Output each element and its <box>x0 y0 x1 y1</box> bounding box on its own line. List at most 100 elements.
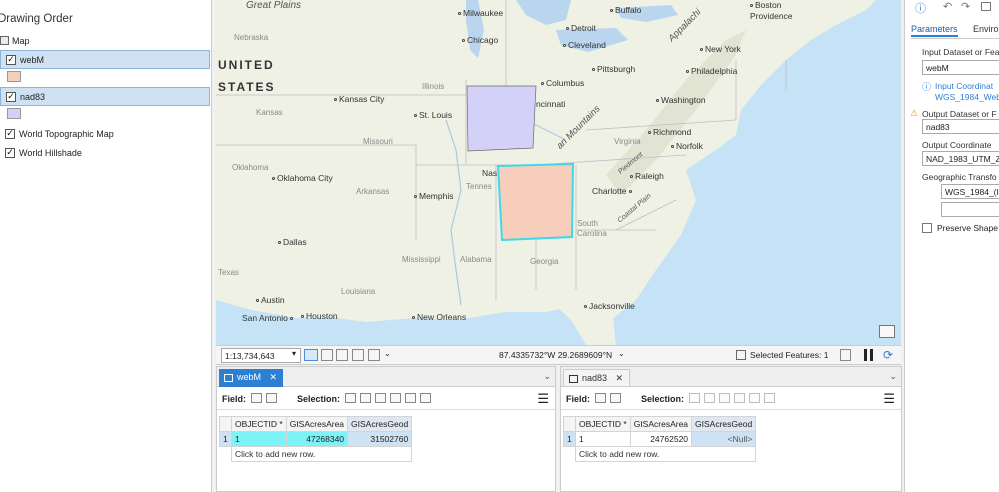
map-label-memphis: Memphis <box>414 191 453 201</box>
map-label-texas: Texas <box>218 268 239 277</box>
tab-nad83[interactable]: nad83 ✕ <box>563 369 631 387</box>
map-label-georgia: Georgia <box>530 257 559 266</box>
cell-gisacresarea[interactable]: 47268340 <box>285 431 349 447</box>
topographic-visibility-checkbox[interactable]: ✓ <box>5 128 15 139</box>
info-icon[interactable]: ⓘ <box>915 0 926 16</box>
tab-environments[interactable]: Enviro <box>973 24 999 34</box>
add-row-hint[interactable]: Click to add new row. <box>230 446 413 462</box>
geographic-transformation-empty-field[interactable] <box>941 202 999 217</box>
map-view[interactable]: Great Plains UNITED STATES Nebraska Kans… <box>216 0 901 345</box>
geographic-transformation-field[interactable]: WGS_1984_(IT <box>941 184 999 199</box>
cell-gisacresgeod[interactable]: 31502760 <box>347 431 413 447</box>
column-header-objectid[interactable]: OBJECTID * <box>231 416 287 432</box>
add-field-icon[interactable] <box>595 392 606 403</box>
column-header-gisacresgeod[interactable]: GISAcresGeod <box>347 416 413 432</box>
warning-icon: ⚠ <box>910 108 919 118</box>
map-label-providence: Providence <box>750 11 793 21</box>
nad83-symbol-swatch[interactable] <box>7 108 21 119</box>
selected-features-count[interactable]: Selected Features: 1 <box>750 350 828 360</box>
row-number[interactable]: 1 <box>563 431 576 447</box>
switch-selection-icon[interactable] <box>719 392 730 403</box>
table-options-menu-icon[interactable]: ☰ <box>537 391 549 407</box>
clear-selection-icon[interactable] <box>390 392 401 403</box>
scale-input[interactable]: 1:13,734,643 <box>221 348 301 363</box>
webm-visibility-checkbox[interactable]: ✓ <box>6 54 16 65</box>
scale-dropdown-icon[interactable]: ▾ <box>292 349 296 358</box>
nad83-visibility-checkbox[interactable]: ✓ <box>6 91 16 102</box>
webm-symbol-swatch[interactable] <box>7 71 21 82</box>
close-icon[interactable]: ✕ <box>616 373 624 383</box>
toc-item-world-hillshade[interactable]: ✓ World Hillshade <box>0 143 210 162</box>
column-header-objectid[interactable]: OBJECTID * <box>575 416 631 432</box>
field-tools <box>593 392 623 403</box>
undo-icon[interactable]: ↶ <box>943 0 952 13</box>
column-header-gisacresgeod[interactable]: GISAcresGeod <box>691 416 757 432</box>
delete-selection-icon[interactable] <box>749 392 760 403</box>
selection-label: Selection: <box>297 394 341 404</box>
tab-menu-chevron-icon[interactable]: ⌄ <box>543 371 551 382</box>
table-row[interactable]: 1 1 47268340 31502760 <box>219 431 413 447</box>
add-row[interactable]: Click to add new row. <box>564 446 757 462</box>
coordinates-dropdown-icon[interactable]: ⌄ <box>618 349 625 358</box>
toc-item-label: World Topographic Map <box>19 128 114 139</box>
zoom-to-selection-icon[interactable] <box>704 392 715 403</box>
cell-objectid[interactable]: 1 <box>575 431 631 447</box>
output-dataset-field[interactable]: nad83 <box>922 119 999 134</box>
add-field-icon[interactable] <box>251 392 262 403</box>
delete-selection-icon[interactable] <box>405 392 416 403</box>
tab-menu-chevron-icon[interactable]: ⌄ <box>889 371 897 382</box>
filter-icon[interactable] <box>840 349 851 361</box>
input-coordinate-info[interactable]: Input Coordinat <box>935 81 993 91</box>
map-label-houston: Houston <box>301 311 338 321</box>
map-label-chicago: Chicago <box>462 35 498 45</box>
selection-tools <box>343 392 433 403</box>
table-toggle-icon[interactable] <box>321 349 333 361</box>
basemap-gallery-icon[interactable] <box>879 325 895 338</box>
select-by-attributes-icon[interactable] <box>689 392 700 403</box>
input-dataset-field[interactable]: webM <box>922 60 999 75</box>
tab-webm[interactable]: webM ✕ <box>219 369 284 387</box>
toc-item-map[interactable]: Map <box>0 31 210 50</box>
copy-selection-icon[interactable] <box>764 392 775 403</box>
table-row[interactable]: 1 1 24762520 <Null> <box>563 431 757 447</box>
add-row-spacer <box>220 447 232 462</box>
constraints-icon[interactable] <box>352 349 364 361</box>
toc-item-world-topographic[interactable]: ✓ World Topographic Map <box>0 124 210 143</box>
redo-icon[interactable]: ↷ <box>961 0 970 13</box>
save-icon[interactable] <box>981 2 991 11</box>
tools-dropdown-icon[interactable]: ⌄ <box>384 349 391 358</box>
row-number[interactable]: 1 <box>219 431 232 447</box>
add-row-hint[interactable]: Click to add new row. <box>574 446 757 462</box>
calculate-field-icon[interactable] <box>610 392 621 403</box>
copy-selection-icon[interactable] <box>420 392 431 403</box>
select-by-attributes-icon[interactable] <box>345 392 356 403</box>
switch-selection-icon[interactable] <box>375 392 386 403</box>
tab-label: webM <box>237 372 262 382</box>
add-row[interactable]: Click to add new row. <box>220 446 413 462</box>
column-header-gisacresarea[interactable]: GISAcresArea <box>285 416 349 432</box>
tab-parameters[interactable]: Parameters <box>911 24 958 37</box>
close-icon[interactable]: ✕ <box>270 372 278 382</box>
map-label-virginia: Virginia <box>614 137 641 146</box>
map-label-columbus: Columbus <box>541 78 584 88</box>
table-options-menu-icon[interactable]: ☰ <box>883 391 895 407</box>
output-coordinate-field[interactable]: NAD_1983_UTM_Zo <box>922 151 999 166</box>
cell-gisacresarea[interactable]: 24762520 <box>629 431 693 447</box>
cell-gisacresgeod[interactable]: <Null> <box>691 431 757 447</box>
pause-icon[interactable] <box>864 349 867 361</box>
grid-toggle-icon[interactable] <box>304 349 318 361</box>
preserve-shape-label: Preserve Shape <box>937 223 998 233</box>
snapping-icon[interactable] <box>336 349 348 361</box>
clear-selection-icon[interactable] <box>734 392 745 403</box>
geoprocessing-pane: ⓘ ↶ ↷ Parameters Enviro Input Dataset or… <box>904 0 999 492</box>
toc-item-webm[interactable]: ✓ webM <box>0 50 210 69</box>
toc-item-nad83[interactable]: ✓ nad83 <box>0 87 210 106</box>
calculate-field-icon[interactable] <box>266 392 277 403</box>
cell-objectid[interactable]: 1 <box>231 431 287 447</box>
refresh-icon[interactable]: ⟳ <box>883 348 893 362</box>
hillshade-visibility-checkbox[interactable]: ✓ <box>5 147 15 158</box>
rotation-icon[interactable] <box>368 349 380 361</box>
column-header-gisacresarea[interactable]: GISAcresArea <box>629 416 693 432</box>
zoom-to-selection-icon[interactable] <box>360 392 371 403</box>
preserve-shape-checkbox[interactable] <box>922 223 932 233</box>
